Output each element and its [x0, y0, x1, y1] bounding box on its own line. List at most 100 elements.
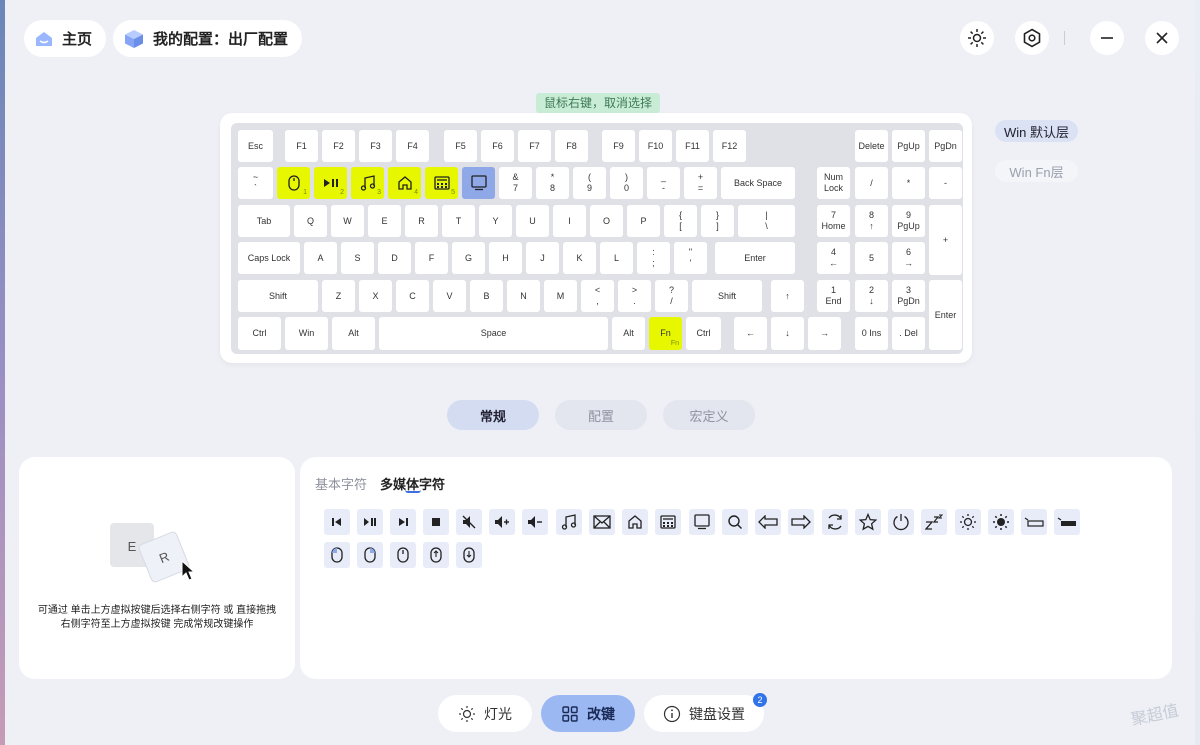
key-numpad-8[interactable]: 8 ↑ — [855, 205, 888, 237]
key-f[interactable]: F — [415, 242, 448, 274]
key-i[interactable]: I — [553, 205, 586, 237]
key-backslash[interactable]: | \ — [738, 205, 795, 237]
browser-forward-key[interactable] — [788, 509, 814, 535]
key-numpad-5[interactable]: 5 — [855, 242, 888, 274]
key-9[interactable]: (9 — [573, 167, 606, 199]
key-numlock[interactable]: Num Lock — [817, 167, 850, 199]
key-p[interactable]: P — [627, 205, 660, 237]
key-3-music[interactable]: 3 — [351, 167, 384, 199]
key-semicolon[interactable]: :; — [637, 242, 670, 274]
mouse-forward-key[interactable] — [456, 542, 482, 568]
key-capslock[interactable]: Caps Lock — [238, 242, 300, 274]
mute-key[interactable] — [456, 509, 482, 535]
key-1-mouse-left[interactable]: 1 — [277, 167, 310, 199]
key-f7[interactable]: F7 — [518, 130, 551, 162]
minimize-button[interactable] — [1090, 21, 1124, 55]
key-period[interactable]: >. — [618, 280, 651, 312]
mouse-middle-key[interactable] — [390, 542, 416, 568]
key-tilde[interactable]: ~ ` — [238, 167, 273, 199]
mouse-back-key[interactable] — [423, 542, 449, 568]
brightness-down-key[interactable] — [955, 509, 981, 535]
key-minus[interactable]: _ - — [647, 167, 680, 199]
key-f8[interactable]: F8 — [555, 130, 588, 162]
home-key[interactable] — [622, 509, 648, 535]
key-numpad-3[interactable]: 3 PgDn — [892, 280, 925, 312]
key-f4[interactable]: F4 — [396, 130, 429, 162]
key-e[interactable]: E — [368, 205, 401, 237]
close-button[interactable] — [1145, 21, 1179, 55]
key-h[interactable]: H — [489, 242, 522, 274]
key-w[interactable]: W — [331, 205, 364, 237]
key-f5[interactable]: F5 — [444, 130, 477, 162]
key-f10[interactable]: F10 — [639, 130, 672, 162]
mouse-left-key[interactable] — [324, 542, 350, 568]
key-equals[interactable]: + = — [684, 167, 717, 199]
key-x[interactable]: X — [359, 280, 392, 312]
nav-lighting-button[interactable]: 灯光 — [438, 695, 532, 732]
key-slash[interactable]: ? / — [655, 280, 688, 312]
key-f3[interactable]: F3 — [359, 130, 392, 162]
theme-button[interactable] — [960, 21, 994, 55]
key-v[interactable]: V — [433, 280, 466, 312]
key-delete[interactable]: Delete — [855, 130, 888, 162]
key-numpad-plus[interactable]: + — [929, 205, 962, 275]
key-o[interactable]: O — [590, 205, 623, 237]
tab-config[interactable]: 配置 — [555, 400, 647, 430]
key-pgdn[interactable]: PgDn — [929, 130, 962, 162]
key-0[interactable]: ) 0 — [610, 167, 643, 199]
key-f2[interactable]: F2 — [322, 130, 355, 162]
key-quote[interactable]: " ' — [674, 242, 707, 274]
key-s[interactable]: S — [341, 242, 374, 274]
sleep-key[interactable] — [921, 509, 947, 535]
key-right-alt[interactable]: Alt — [612, 317, 645, 350]
key-8[interactable]: * 8 — [536, 167, 569, 199]
key-u[interactable]: U — [516, 205, 549, 237]
key-numpad-2[interactable]: 2 ↓ — [855, 280, 888, 312]
prev-track-key[interactable] — [324, 509, 350, 535]
key-space[interactable]: Space — [379, 317, 608, 350]
my-computer-key[interactable] — [689, 509, 715, 535]
config-selector[interactable]: 我的配置：出厂配置 — [113, 20, 303, 57]
key-7[interactable]: & 7 — [499, 167, 532, 199]
mouse-right-key[interactable] — [357, 542, 383, 568]
key-4-home[interactable]: 4 — [388, 167, 421, 199]
key-win[interactable]: Win — [285, 317, 328, 350]
key-numpad-enter[interactable]: Enter — [929, 280, 962, 350]
key-right[interactable]: → — [808, 317, 841, 350]
key-k[interactable]: K — [563, 242, 596, 274]
tab-macro[interactable]: 宏定义 — [663, 400, 755, 430]
key-f9[interactable]: F9 — [602, 130, 635, 162]
key-numpad-1[interactable]: 1 End — [817, 280, 850, 312]
key-tab[interactable]: Tab — [238, 205, 290, 237]
key-numpad-6[interactable]: 6 → — [892, 242, 925, 274]
key-fn[interactable]: Fn Fn — [649, 317, 682, 350]
key-b[interactable]: B — [470, 280, 503, 312]
key-down[interactable]: ↓ — [771, 317, 804, 350]
backlight-down-key[interactable] — [1021, 509, 1047, 535]
key-left-shift[interactable]: Shift — [238, 280, 318, 312]
key-6-my-computer[interactable] — [462, 167, 495, 199]
favorites-key[interactable] — [855, 509, 881, 535]
tab-normal[interactable]: 常规 — [447, 400, 539, 430]
layer-fn-button[interactable]: Win Fn层 — [995, 160, 1078, 182]
key-comma[interactable]: <, — [581, 280, 614, 312]
key-right-ctrl[interactable]: Ctrl — [686, 317, 721, 350]
key-z[interactable]: Z — [322, 280, 355, 312]
key-up[interactable]: ↑ — [771, 280, 804, 312]
key-numpad-9[interactable]: 9 PgUp — [892, 205, 925, 237]
key-j[interactable]: J — [526, 242, 559, 274]
key-numpad-minus[interactable]: - — [929, 167, 962, 199]
key-c[interactable]: C — [396, 280, 429, 312]
volume-up-key[interactable] — [489, 509, 515, 535]
layer-default-button[interactable]: Win 默认层 — [995, 120, 1078, 142]
key-q[interactable]: Q — [294, 205, 327, 237]
key-backspace[interactable]: Back Space — [721, 167, 795, 199]
key-esc[interactable]: Esc — [238, 130, 273, 162]
refresh-key[interactable] — [822, 509, 848, 535]
tab-basic-chars[interactable]: 基本字符 — [315, 474, 367, 493]
key-numpad-4[interactable]: 4 ← — [817, 242, 850, 274]
next-track-key[interactable] — [390, 509, 416, 535]
key-pgup[interactable]: PgUp — [892, 130, 925, 162]
key-5-calculator[interactable]: 5 — [425, 167, 458, 199]
key-right-bracket[interactable]: }] — [701, 205, 734, 237]
